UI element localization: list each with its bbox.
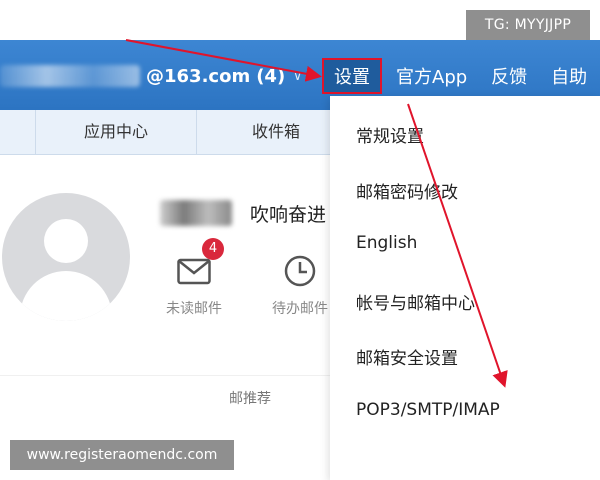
feedback-link[interactable]: 反馈 xyxy=(491,63,527,89)
greeting-text: 吹响奋进 xyxy=(250,204,327,226)
chevron-down-icon: ∨ xyxy=(293,69,302,83)
clock-icon xyxy=(284,255,316,287)
menu-item-change-password[interactable]: 邮箱密码修改 xyxy=(356,178,458,203)
envelope-icon xyxy=(177,258,211,285)
official-app-link[interactable]: 官方App xyxy=(396,63,467,89)
self-help-link[interactable]: 自助 xyxy=(551,63,587,89)
blurred-user-name xyxy=(160,200,232,226)
settings-dropdown-menu: 常规设置 邮箱密码修改 English 帐号与邮箱中心 邮箱安全设置 POP3/… xyxy=(330,96,600,480)
menu-item-english[interactable]: English xyxy=(356,233,417,253)
menu-item-pop3-smtp-imap[interactable]: POP3/SMTP/IMAP xyxy=(356,400,500,420)
menu-item-account-center[interactable]: 帐号与邮箱中心 xyxy=(356,289,475,314)
tg-watermark: TG: MYYJJPP xyxy=(466,10,590,40)
avatar-head-shape xyxy=(44,219,88,263)
unread-count: (4) xyxy=(256,65,286,87)
blurred-account-name xyxy=(0,65,140,87)
recommend-tab[interactable]: 邮推荐 xyxy=(195,388,305,408)
avatar-body-shape xyxy=(20,271,112,321)
settings-link[interactable]: 设置 xyxy=(322,58,382,94)
url-watermark: www.registeraomendc.com xyxy=(10,440,234,470)
account-email: @163.com xyxy=(146,65,251,87)
menu-item-security-settings[interactable]: 邮箱安全设置 xyxy=(356,344,458,369)
account-selector[interactable]: @163.com (4) ∨ xyxy=(0,59,302,93)
unread-badge: 4 xyxy=(202,238,224,260)
avatar[interactable] xyxy=(2,193,130,321)
unread-mail-label: 未读邮件 xyxy=(166,301,222,317)
unread-mail-stat[interactable]: 4 未读邮件 xyxy=(154,238,234,318)
divider xyxy=(0,375,330,376)
todo-mail-label: 待办邮件 xyxy=(272,301,328,317)
menu-item-general-settings[interactable]: 常规设置 xyxy=(356,122,424,147)
header-nav: 设置 官方App 反馈 自助 xyxy=(322,58,600,94)
todo-mail-stat[interactable]: 待办邮件 xyxy=(260,252,340,318)
tab-app-center[interactable]: 应用中心 xyxy=(35,110,197,154)
